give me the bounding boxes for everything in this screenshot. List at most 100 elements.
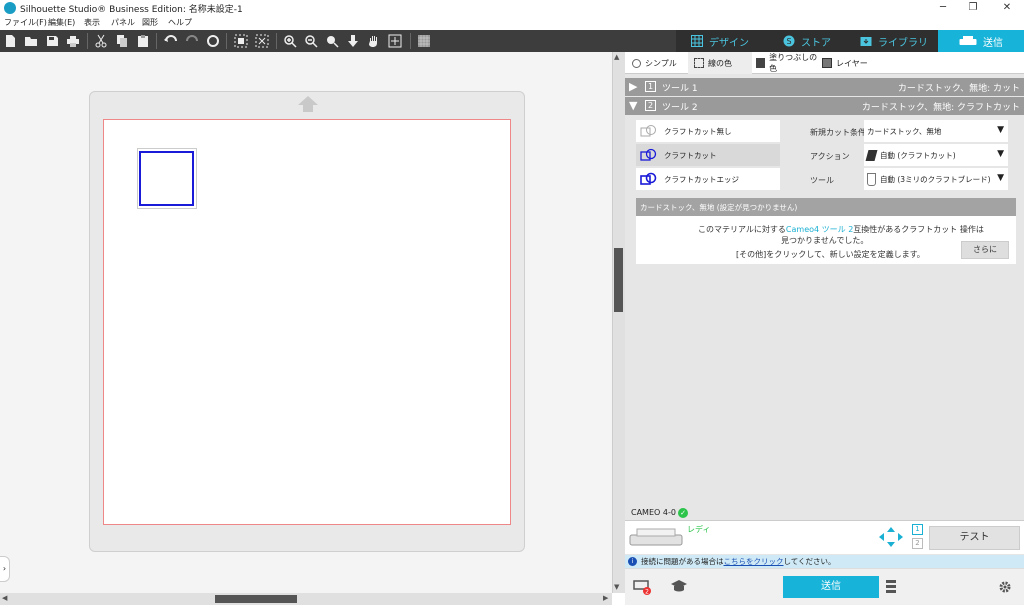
menu-edit[interactable]: 編集(E)	[48, 17, 75, 28]
send-queue-icon[interactable]: 2	[633, 578, 653, 596]
connection-help-link[interactable]: こちらをクリック	[724, 557, 784, 566]
scroll-right-icon[interactable]: ▶	[603, 594, 608, 602]
tool-slot-2[interactable]: 2	[912, 538, 923, 549]
subtab-simple[interactable]: シンプル	[628, 52, 688, 74]
redo-icon[interactable]	[183, 32, 201, 50]
scroll-left-icon[interactable]: ◀	[2, 594, 7, 602]
action-select[interactable]: 自動 (クラフトカット) ▼	[864, 144, 1008, 166]
test-button[interactable]: テスト	[929, 526, 1020, 550]
cut-option-label: クラフトカットエッジ	[664, 174, 739, 184]
tab-store[interactable]: S ストア	[764, 30, 850, 52]
tab-send[interactable]: 送信	[938, 30, 1024, 52]
menu-help[interactable]: ヘルプ	[168, 17, 192, 28]
craft-cut-icon	[640, 148, 657, 161]
tool-1-label: ツール 1	[662, 84, 698, 94]
menu-panels[interactable]: パネル	[111, 17, 135, 28]
collapse-down-icon: ▼	[629, 99, 638, 112]
zoom-in-icon[interactable]	[281, 32, 299, 50]
gear-icon[interactable]	[998, 580, 1012, 594]
title-bar: Silhouette Studio® Business Edition: 名称未…	[0, 0, 1024, 16]
expand-left-panel-icon[interactable]: ›	[0, 556, 10, 582]
cut-option-craft-cut-edge[interactable]: クラフトカットエッジ	[636, 168, 780, 190]
horizontal-scrollbar[interactable]	[0, 593, 612, 605]
copy-icon[interactable]	[113, 32, 131, 50]
add-page-icon[interactable]	[386, 32, 404, 50]
tool-label: ツール	[810, 176, 834, 185]
material-select[interactable]: カードストック、無地 ▼	[864, 120, 1008, 142]
undo-icon[interactable]	[162, 32, 180, 50]
craft-blade-icon	[867, 172, 876, 186]
job-list-icon[interactable]	[885, 579, 897, 595]
cut-option-craft-cut[interactable]: クラフトカット	[636, 144, 780, 166]
scroll-down-icon[interactable]: ▼	[614, 583, 619, 591]
tab-design[interactable]: デザイン	[676, 30, 764, 52]
send-machine-icon	[959, 35, 977, 47]
grid-icon	[691, 35, 703, 47]
vertical-scrollbar[interactable]	[612, 52, 625, 593]
tool-value: 自動 (3ミリのクラフトブレード)	[880, 174, 991, 184]
deselect-icon[interactable]	[253, 32, 271, 50]
horizontal-scroll-thumb[interactable]	[215, 595, 297, 603]
tool-2-summary: カードストック、無地: クラフトカット	[861, 103, 1020, 113]
move-down-icon[interactable]	[344, 32, 362, 50]
warning-tool-name: Cameo4 ツール 2	[785, 225, 854, 234]
zoom-fit-icon[interactable]	[323, 32, 341, 50]
minimize-button[interactable]: ─	[928, 0, 958, 16]
menu-view[interactable]: 表示	[84, 17, 100, 28]
zoom-out-icon[interactable]	[302, 32, 320, 50]
open-folder-icon[interactable]	[22, 32, 40, 50]
tool-select[interactable]: 自動 (3ミリのクラフトブレード) ▼	[864, 168, 1008, 190]
new-file-icon[interactable]	[1, 32, 19, 50]
print-icon[interactable]	[64, 32, 82, 50]
cut-scissors-icon[interactable]	[92, 32, 110, 50]
tab-design-label: デザイン	[709, 37, 749, 49]
tool-1-summary: カードストック、無地: カット	[897, 84, 1020, 94]
tool-2-row[interactable]: ▼ 2 ツール 2 カードストック、無地: クラフトカット	[625, 97, 1024, 115]
scroll-up-icon[interactable]: ▲	[614, 53, 619, 61]
move-arrows-icon[interactable]	[879, 527, 903, 547]
tab-library-label: ライブラリ	[878, 37, 928, 49]
action-label: アクション	[810, 152, 850, 161]
menu-shapes[interactable]: 図形	[142, 17, 158, 28]
restore-button[interactable]: ❐	[958, 0, 988, 16]
pixel-grid-icon[interactable]	[415, 32, 433, 50]
toolbar-divider	[87, 33, 88, 49]
tool-2-label: ツール 2	[662, 103, 698, 113]
cut-option-label: クラフトカット無し	[664, 126, 732, 136]
svg-text:S: S	[786, 37, 791, 46]
warning-line-3: [その他]をクリックして、新しい設定を定義します。	[736, 250, 925, 259]
tab-library[interactable]: ライブラリ	[850, 30, 938, 52]
tutorial-cap-icon[interactable]	[670, 579, 688, 595]
expand-right-icon: ▶	[629, 80, 638, 93]
subtab-fill-color[interactable]: 塗りつぶしの色	[756, 52, 820, 74]
svg-text:2: 2	[645, 589, 649, 596]
toolbar-divider	[276, 33, 277, 49]
material-value: カードストック、無地	[867, 126, 942, 136]
fill-color-icon	[756, 58, 766, 68]
send-button[interactable]: 送信	[783, 576, 879, 598]
paste-icon[interactable]	[134, 32, 152, 50]
toolbar-divider	[156, 33, 157, 49]
tool-slot-1[interactable]: 1	[912, 524, 923, 535]
close-button[interactable]: ✕	[992, 0, 1022, 16]
tool-1-row[interactable]: ▶ 1 ツール 1 カードストック、無地: カット	[625, 78, 1024, 96]
menu-file[interactable]: ファイル(F)	[4, 17, 47, 28]
toolbar-divider	[226, 33, 227, 49]
dropdown-arrow-icon: ▼	[997, 125, 1004, 135]
craft-cut-edge-icon	[640, 172, 657, 185]
info-text: 接続に問題がある場合はこちらをクリックしてください。	[641, 556, 836, 567]
subtab-layer[interactable]: レイヤー	[822, 52, 882, 74]
info-text-before: 接続に問題がある場合は	[641, 557, 724, 566]
redraw-icon[interactable]	[204, 32, 222, 50]
more-button[interactable]: さらに	[961, 241, 1009, 259]
material-warning-header: カードストック、無地 (設定が見つかりません)	[636, 198, 1016, 216]
square-shape[interactable]	[139, 151, 194, 206]
pan-hand-icon[interactable]	[365, 32, 383, 50]
select-all-icon[interactable]	[232, 32, 250, 50]
subtab-line-color[interactable]: 線の色	[688, 52, 752, 74]
warning-text: このマテリアルに対する	[698, 225, 786, 234]
store-icon: S	[783, 35, 795, 47]
cut-option-no-craft-cut[interactable]: クラフトカット無し	[636, 120, 780, 142]
save-icon[interactable]	[43, 32, 61, 50]
vertical-scroll-thumb[interactable]	[614, 248, 623, 312]
